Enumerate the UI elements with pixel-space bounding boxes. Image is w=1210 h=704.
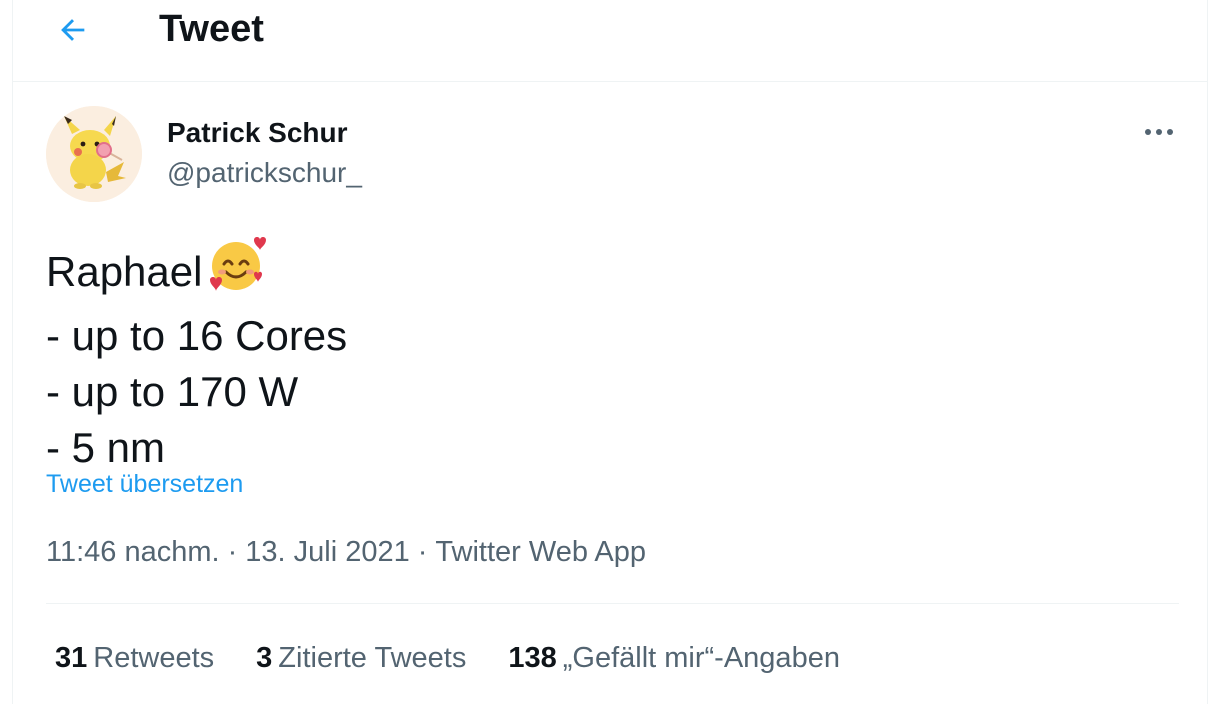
meta-separator: · [227,536,238,568]
tweet-line: - up to 16 Cores [46,312,348,359]
more-horizontal-icon [1145,129,1173,135]
avatar[interactable] [46,106,142,202]
tweet-timestamp[interactable]: 11:46 nachm. [46,536,220,568]
stat-count: 3 [256,642,273,674]
meta-separator: · [417,536,428,568]
tweet-line: Raphael [46,236,347,308]
author-display-name[interactable]: Patrick Schur [167,116,348,150]
tweet-line-text: Raphael [46,248,203,295]
page-header: Tweet [13,0,1207,82]
stat-count: 31 [55,642,88,674]
tweet-detail-panel: Tweet Patrick Schur @patrickschur_ Rapha… [12,0,1208,704]
back-button[interactable] [51,8,95,52]
tweet-body: Raphael - up to 16 Cores - up to 170 W -… [46,236,347,476]
more-options-button[interactable] [1137,112,1181,152]
arrow-left-icon [61,19,85,41]
stat-count: 138 [508,642,557,674]
author-handle[interactable]: @patrickschur_ [167,156,362,190]
quote-tweets-stat[interactable]: 3 Zitierte Tweets [256,640,466,676]
tweet-date[interactable]: 13. Juli 2021 [245,536,409,568]
stat-label: Zitierte Tweets [278,642,467,674]
stat-label: „Gefällt mir“-Angaben [562,642,840,674]
likes-stat[interactable]: 138 „Gefällt mir“-Angaben [508,640,840,676]
tweet-line: - up to 170 W [46,368,299,415]
pikachu-avatar-icon [46,106,142,202]
translate-tweet-link[interactable]: Tweet übersetzen [46,468,243,500]
stat-label: Retweets [93,642,215,674]
divider [46,603,1179,604]
tweet-stats: 31 Retweets 3 Zitierte Tweets 138 „Gefällt … [55,640,882,676]
tweet-metadata: 11:46 nachm. · 13. Juli 2021 · Twitter Web A… [46,534,646,570]
page-title: Tweet [159,8,264,50]
tweet-source-link[interactable]: Twitter Web App [435,536,646,568]
retweets-stat[interactable]: 31 Retweets [55,640,214,676]
smiling-face-with-hearts-icon [208,236,268,308]
